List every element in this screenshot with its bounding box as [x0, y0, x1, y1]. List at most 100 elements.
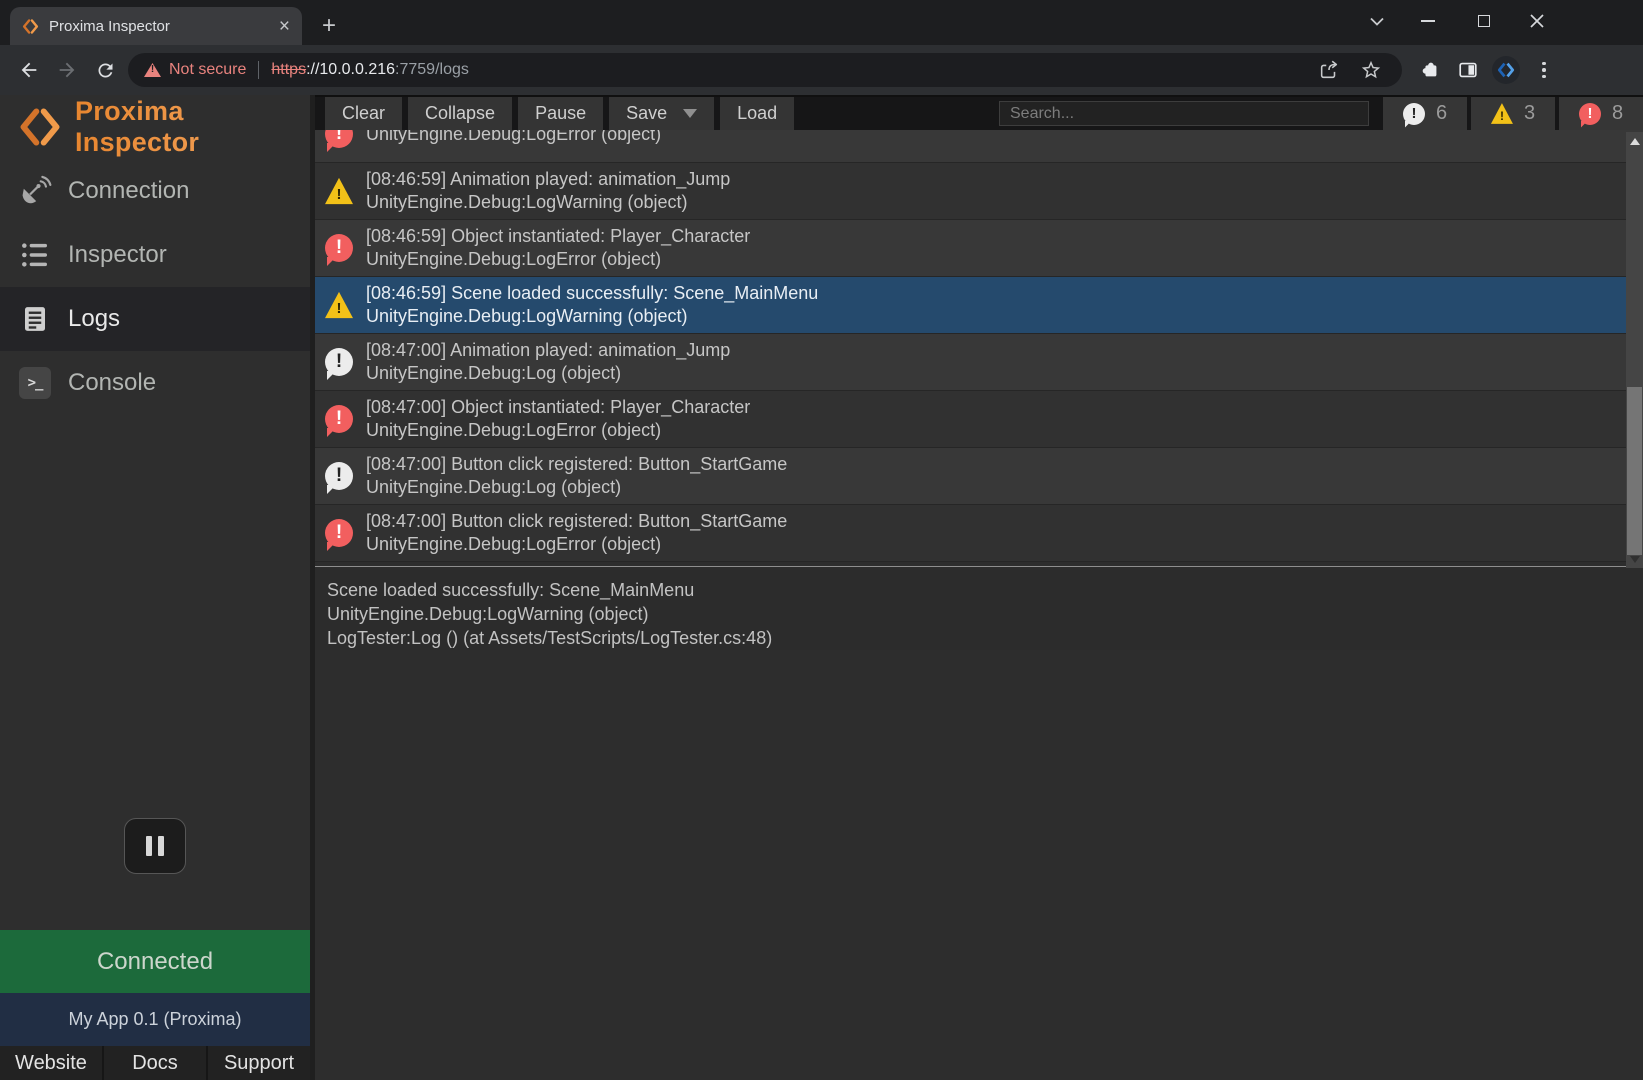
- info-icon: !: [325, 462, 353, 490]
- error-icon: !: [1579, 103, 1601, 125]
- collapse-button[interactable]: Collapse: [408, 97, 512, 130]
- bookmark-star-icon[interactable]: [1360, 59, 1382, 81]
- log-row[interactable]: ! [08:46:59] Scene loaded successfully: S…: [315, 277, 1643, 334]
- profile-avatar[interactable]: [1490, 55, 1522, 85]
- reload-icon[interactable]: [90, 55, 120, 85]
- address-bar[interactable]: Not secure https://10.0.0.216:7759/logs: [128, 53, 1402, 87]
- detail-line: LogTester:Log () (at Assets/TestScripts/…: [327, 626, 1643, 650]
- browser-menu-kebab-icon[interactable]: [1528, 55, 1560, 85]
- share-icon[interactable]: [1318, 59, 1340, 81]
- info-icon: !: [1403, 103, 1425, 125]
- proxima-logo-icon: [18, 105, 62, 149]
- info-count: 6: [1436, 102, 1447, 125]
- warning-count: 3: [1524, 102, 1535, 125]
- favicon-proxima-icon: [22, 18, 39, 35]
- log-row[interactable]: ! UnityEngine.Debug:LogError (object): [315, 130, 1643, 163]
- log-message: [08:46:59] Animation played: animation_J…: [366, 168, 730, 191]
- app-logo: Proxima Inspector: [0, 99, 310, 155]
- window-close-button[interactable]: [1513, 0, 1561, 42]
- log-row[interactable]: ! [08:47:00] Animation played: animation_…: [315, 334, 1643, 391]
- log-row[interactable]: ! [08:47:00] Object instantiated: Player_…: [315, 391, 1643, 448]
- error-count-toggle[interactable]: !8: [1559, 97, 1643, 130]
- window-minimize-button[interactable]: [1404, 0, 1452, 42]
- back-icon[interactable]: [14, 55, 44, 85]
- error-icon: !: [325, 519, 353, 547]
- not-secure-warning-icon[interactable]: [144, 63, 161, 77]
- search-input[interactable]: [999, 101, 1369, 126]
- scroll-thumb[interactable]: [1627, 387, 1642, 555]
- log-list: !UnityEngine.Debug:LogError (object)![08…: [315, 130, 1643, 566]
- log-message: [08:47:00] Object instantiated: Player_C…: [366, 396, 750, 419]
- tab-close-icon[interactable]: ×: [279, 17, 290, 36]
- warning-icon: !: [325, 177, 353, 205]
- browser-toolbar: Not secure https://10.0.0.216:7759/logs: [0, 45, 1643, 95]
- pause-button[interactable]: Pause: [518, 97, 603, 130]
- warning-icon: !: [325, 291, 353, 319]
- log-source: UnityEngine.Debug:Log (object): [366, 362, 730, 385]
- toolbar-buttons: ClearCollapsePauseSaveLoad: [325, 97, 794, 130]
- log-source: UnityEngine.Debug:LogError (object): [366, 248, 750, 271]
- warning-icon: !: [1491, 103, 1513, 125]
- tab-search-chevron-icon[interactable]: [1353, 0, 1401, 42]
- log-message: [08:46:59] Scene loaded successfully: Sc…: [366, 282, 818, 305]
- footer-link-website[interactable]: Website: [0, 1046, 102, 1080]
- new-tab-button[interactable]: +: [312, 9, 346, 43]
- log-row[interactable]: ! [08:47:00] Button click registered: But…: [315, 505, 1643, 562]
- scroll-up-icon[interactable]: [1630, 138, 1640, 145]
- error-icon: !: [325, 130, 353, 148]
- save-button[interactable]: Save: [609, 97, 714, 130]
- save-dropdown-caret-icon[interactable]: [683, 109, 697, 118]
- side-panel-icon[interactable]: [1452, 55, 1484, 85]
- sidebar-item-logs[interactable]: Logs: [0, 287, 310, 351]
- info-count-toggle[interactable]: !6: [1383, 97, 1467, 130]
- log-row[interactable]: ! [08:46:59] Animation played: animation_…: [315, 163, 1643, 220]
- not-secure-label[interactable]: Not secure: [169, 61, 246, 79]
- log-message: [08:47:00] Animation played: animation_J…: [366, 339, 730, 362]
- log-message: [08:47:00] Button click registered: Butt…: [366, 510, 787, 533]
- log-message: [08:46:59] Object instantiated: Player_C…: [366, 225, 750, 248]
- log-source: UnityEngine.Debug:Log (object): [366, 476, 787, 499]
- log-source: UnityEngine.Debug:LogError (object): [366, 533, 787, 556]
- detail-line: Scene loaded successfully: Scene_MainMen…: [327, 578, 1643, 602]
- logs-toolbar: ClearCollapsePauseSaveLoad !6!3!8: [315, 95, 1643, 130]
- tab-title: Proxima Inspector: [49, 18, 269, 35]
- sidebar-item-connection[interactable]: Connection: [0, 159, 310, 223]
- footer-link-support[interactable]: Support: [208, 1046, 310, 1080]
- browser-tab[interactable]: Proxima Inspector ×: [10, 7, 302, 45]
- app-info-bar: My App 0.1 (Proxima): [0, 993, 310, 1046]
- scroll-down-icon[interactable]: [1630, 556, 1640, 563]
- console-icon: >_: [17, 367, 53, 399]
- error-icon: !: [325, 234, 353, 262]
- tab-strip: Proxima Inspector × +: [0, 0, 1643, 45]
- footer-link-docs[interactable]: Docs: [104, 1046, 206, 1080]
- log-scrollbar[interactable]: [1626, 132, 1643, 568]
- url-text[interactable]: https://10.0.0.216:7759/logs: [271, 61, 1318, 79]
- forward-icon[interactable]: [52, 55, 82, 85]
- inspector-icon: [17, 239, 53, 271]
- connection-status-bar: Connected: [0, 930, 310, 993]
- log-source: UnityEngine.Debug:LogError (object): [366, 130, 661, 146]
- pause-icon: [146, 836, 152, 856]
- address-divider: [258, 61, 259, 79]
- log-counters: !6!3!8: [1383, 97, 1643, 130]
- info-icon: !: [325, 348, 353, 376]
- error-icon: !: [325, 405, 353, 433]
- clear-button[interactable]: Clear: [325, 97, 402, 130]
- sidebar-item-inspector[interactable]: Inspector: [0, 223, 310, 287]
- log-row[interactable]: ![08:47:00] Button click registered: But…: [315, 448, 1643, 505]
- log-source: UnityEngine.Debug:LogError (object): [366, 419, 750, 442]
- pause-stream-button[interactable]: [124, 818, 186, 874]
- warning-count-toggle[interactable]: !3: [1471, 97, 1555, 130]
- sidebar-item-console[interactable]: >_Console: [0, 351, 310, 415]
- sidebar-footer: WebsiteDocsSupport: [0, 1046, 310, 1080]
- error-count: 8: [1612, 102, 1623, 125]
- log-source: UnityEngine.Debug:LogWarning (object): [366, 305, 818, 328]
- load-button[interactable]: Load: [720, 97, 794, 130]
- log-row[interactable]: ! [08:46:59] Object instantiated: Player_…: [315, 220, 1643, 277]
- logs-icon: [17, 304, 53, 334]
- avatar-proxima-icon: [1492, 56, 1520, 84]
- log-detail-panel: Scene loaded successfully: Scene_MainMen…: [315, 566, 1643, 650]
- extensions-puzzle-icon[interactable]: [1414, 55, 1446, 85]
- window-maximize-button[interactable]: [1460, 0, 1508, 42]
- connection-icon: [17, 175, 53, 208]
